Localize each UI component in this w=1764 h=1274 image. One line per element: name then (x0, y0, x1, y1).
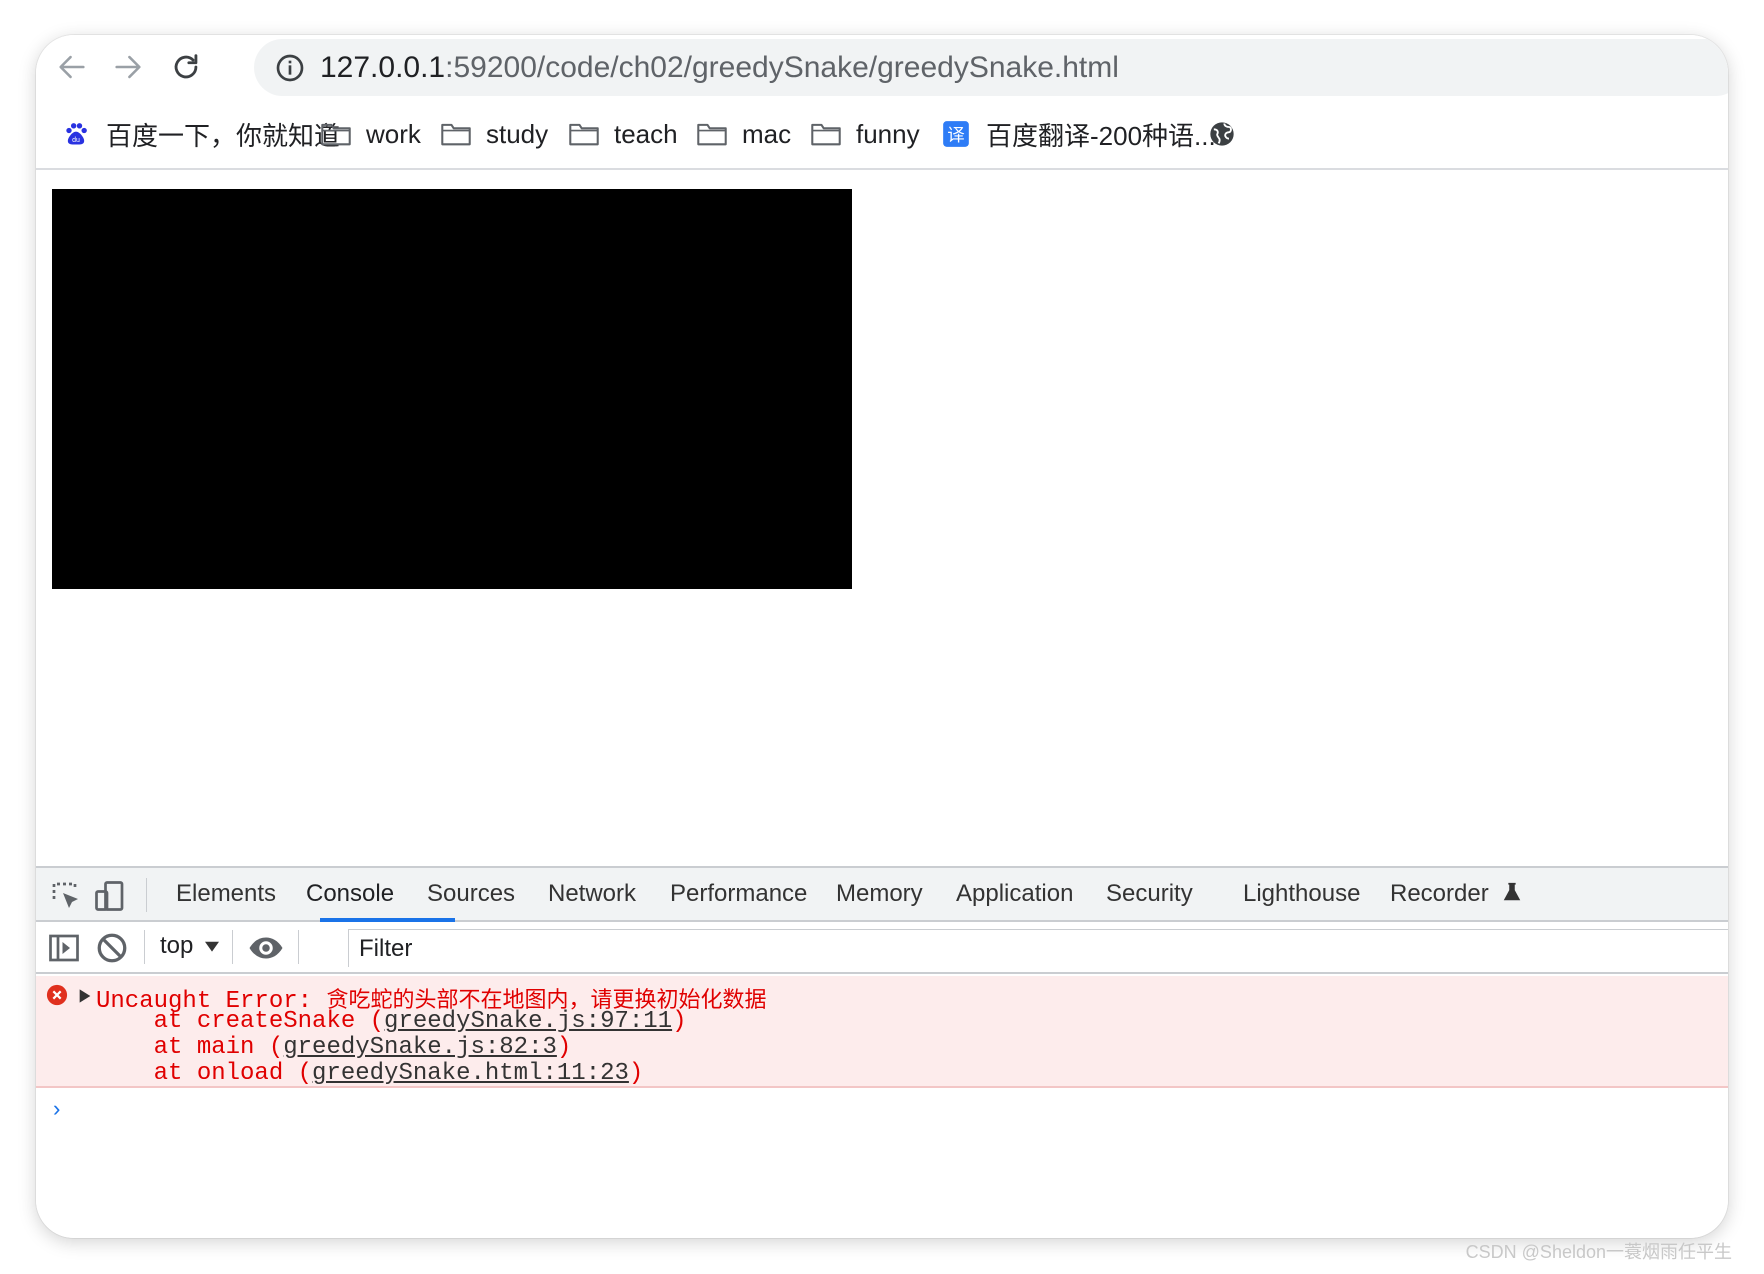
reload-icon (174, 54, 198, 79)
translate-icon: 译 (943, 121, 969, 147)
baidu-icon: du (66, 123, 87, 145)
tab-memory[interactable]: Memory (836, 880, 923, 908)
tab-sources[interactable]: Sources (427, 880, 515, 908)
url-text: 127.0.0.1:59200/code/ch02/greedySnake/gr… (320, 51, 1119, 85)
show-sidebar-icon[interactable] (46, 930, 82, 966)
filter-field[interactable] (348, 929, 1728, 967)
devtools-panel: Elements Console Sources Network Perform… (36, 866, 1728, 1238)
context-selector[interactable]: top (160, 932, 220, 960)
stack-frame: at onload (greedySnake.html:11:23) (96, 1060, 644, 1087)
source-link[interactable]: greedySnake.js:82:3 (283, 1034, 557, 1061)
stack-frame-text: at main ( (96, 1034, 284, 1061)
page-content (36, 172, 1728, 866)
live-expression-eye-icon[interactable] (248, 930, 284, 966)
console-prompt[interactable]: › (50, 1098, 63, 1123)
bookmark-label: study (486, 118, 549, 149)
bookmark-label: work (366, 118, 421, 149)
folder-icon (441, 123, 471, 146)
filter-input[interactable] (349, 930, 1728, 967)
source-link[interactable]: greedySnake.html:11:23 (312, 1060, 629, 1087)
console-error-message: Uncaught Error: 贪吃蛇的头部不在地图内，请更换初始化数据 at … (36, 976, 1728, 1088)
browser-toolbar: 127.0.0.1:59200/code/ch02/greedySnake/gr… (36, 35, 1728, 98)
tab-application[interactable]: Application (956, 880, 1073, 908)
arrow-right-icon (115, 55, 141, 79)
bookmark-baidu[interactable]: du 百度一下，你就知道 (60, 116, 340, 152)
expand-triangle-icon[interactable] (78, 988, 92, 1004)
folder-icon (569, 123, 599, 146)
reload-button[interactable] (166, 47, 206, 87)
tab-lighthouse[interactable]: Lighthouse (1243, 880, 1360, 908)
bookmark-funny[interactable]: funny (810, 116, 920, 152)
bookmark-work[interactable]: work (320, 116, 421, 152)
tab-elements[interactable]: Elements (176, 880, 276, 908)
url-host: 127.0.0.1 (320, 51, 446, 84)
bookmark-globe[interactable] (1206, 116, 1252, 152)
arrow-left-icon (59, 55, 85, 79)
svg-text:du: du (72, 137, 80, 144)
game-canvas[interactable] (52, 189, 852, 589)
folder-icon (811, 123, 841, 146)
bookmark-study[interactable]: study (440, 116, 548, 152)
watermark: CSDN @Sheldon一蓑烟雨任平生 (1465, 1242, 1732, 1262)
toolbar-divider (298, 930, 299, 964)
bookmark-label: teach (614, 118, 678, 149)
folder-icon (321, 123, 351, 146)
browser-window: 127.0.0.1:59200/code/ch02/greedySnake/gr… (36, 35, 1728, 1238)
stack-frame-text: at createSnake ( (96, 1008, 385, 1035)
forward-button[interactable] (108, 47, 148, 87)
source-link[interactable]: greedySnake.js:97:11 (384, 1008, 672, 1035)
bookmark-mac[interactable]: mac (696, 116, 791, 152)
bookmarks-bar: du 百度一下，你就知道 work study teach mac funny … (36, 98, 1728, 170)
address-bar[interactable]: 127.0.0.1:59200/code/ch02/greedySnake/gr… (254, 39, 1728, 96)
stack-frame: at main (greedySnake.js:82:3) (96, 1034, 572, 1061)
experiment-flask-icon (1504, 882, 1521, 901)
error-icon (46, 984, 68, 1006)
console-toolbar: top (36, 922, 1728, 974)
info-icon[interactable] (274, 52, 306, 84)
tab-recorder[interactable]: Recorder (1390, 880, 1523, 908)
back-button[interactable] (52, 47, 92, 87)
bookmark-teach[interactable]: teach (568, 116, 678, 152)
tab-console[interactable]: Console (306, 880, 394, 908)
stack-frame-text: at onload ( (96, 1060, 313, 1087)
stack-frame-text: ) (672, 1008, 687, 1035)
folder-icon (697, 123, 727, 146)
dropdown-arrow-icon (205, 941, 220, 952)
tab-network[interactable]: Network (548, 880, 636, 908)
stack-frame: at createSnake (greedySnake.js:97:11) (96, 1008, 687, 1035)
bookmark-label: funny (856, 118, 920, 149)
bookmark-label: mac (742, 118, 792, 149)
toolbar-divider (144, 930, 145, 964)
globe-icon (1210, 122, 1234, 146)
url-path: :59200/code/ch02/greedySnake/greedySnake… (445, 51, 1119, 84)
context-label: top (160, 932, 194, 959)
inspect-element-icon[interactable] (48, 878, 84, 914)
bookmark-label: 百度一下，你就知道 (106, 120, 341, 151)
tab-security[interactable]: Security (1106, 880, 1193, 908)
device-toolbar-icon[interactable] (92, 878, 128, 914)
tab-performance[interactable]: Performance (670, 880, 807, 908)
toolbar-divider (146, 878, 147, 912)
bookmark-baidu-translate[interactable]: 译 百度翻译-200种语... (940, 116, 1216, 152)
bookmark-label: 百度翻译-200种语... (986, 120, 1216, 151)
stack-frame-text: ) (628, 1060, 644, 1087)
stack-frame-text: ) (556, 1034, 572, 1061)
clear-console-icon[interactable] (94, 930, 130, 966)
tab-recorder-label: Recorder (1390, 880, 1489, 907)
svg-text:译: 译 (947, 126, 965, 146)
toolbar-divider (232, 930, 233, 964)
devtools-tabbar: Elements Console Sources Network Perform… (36, 868, 1728, 922)
